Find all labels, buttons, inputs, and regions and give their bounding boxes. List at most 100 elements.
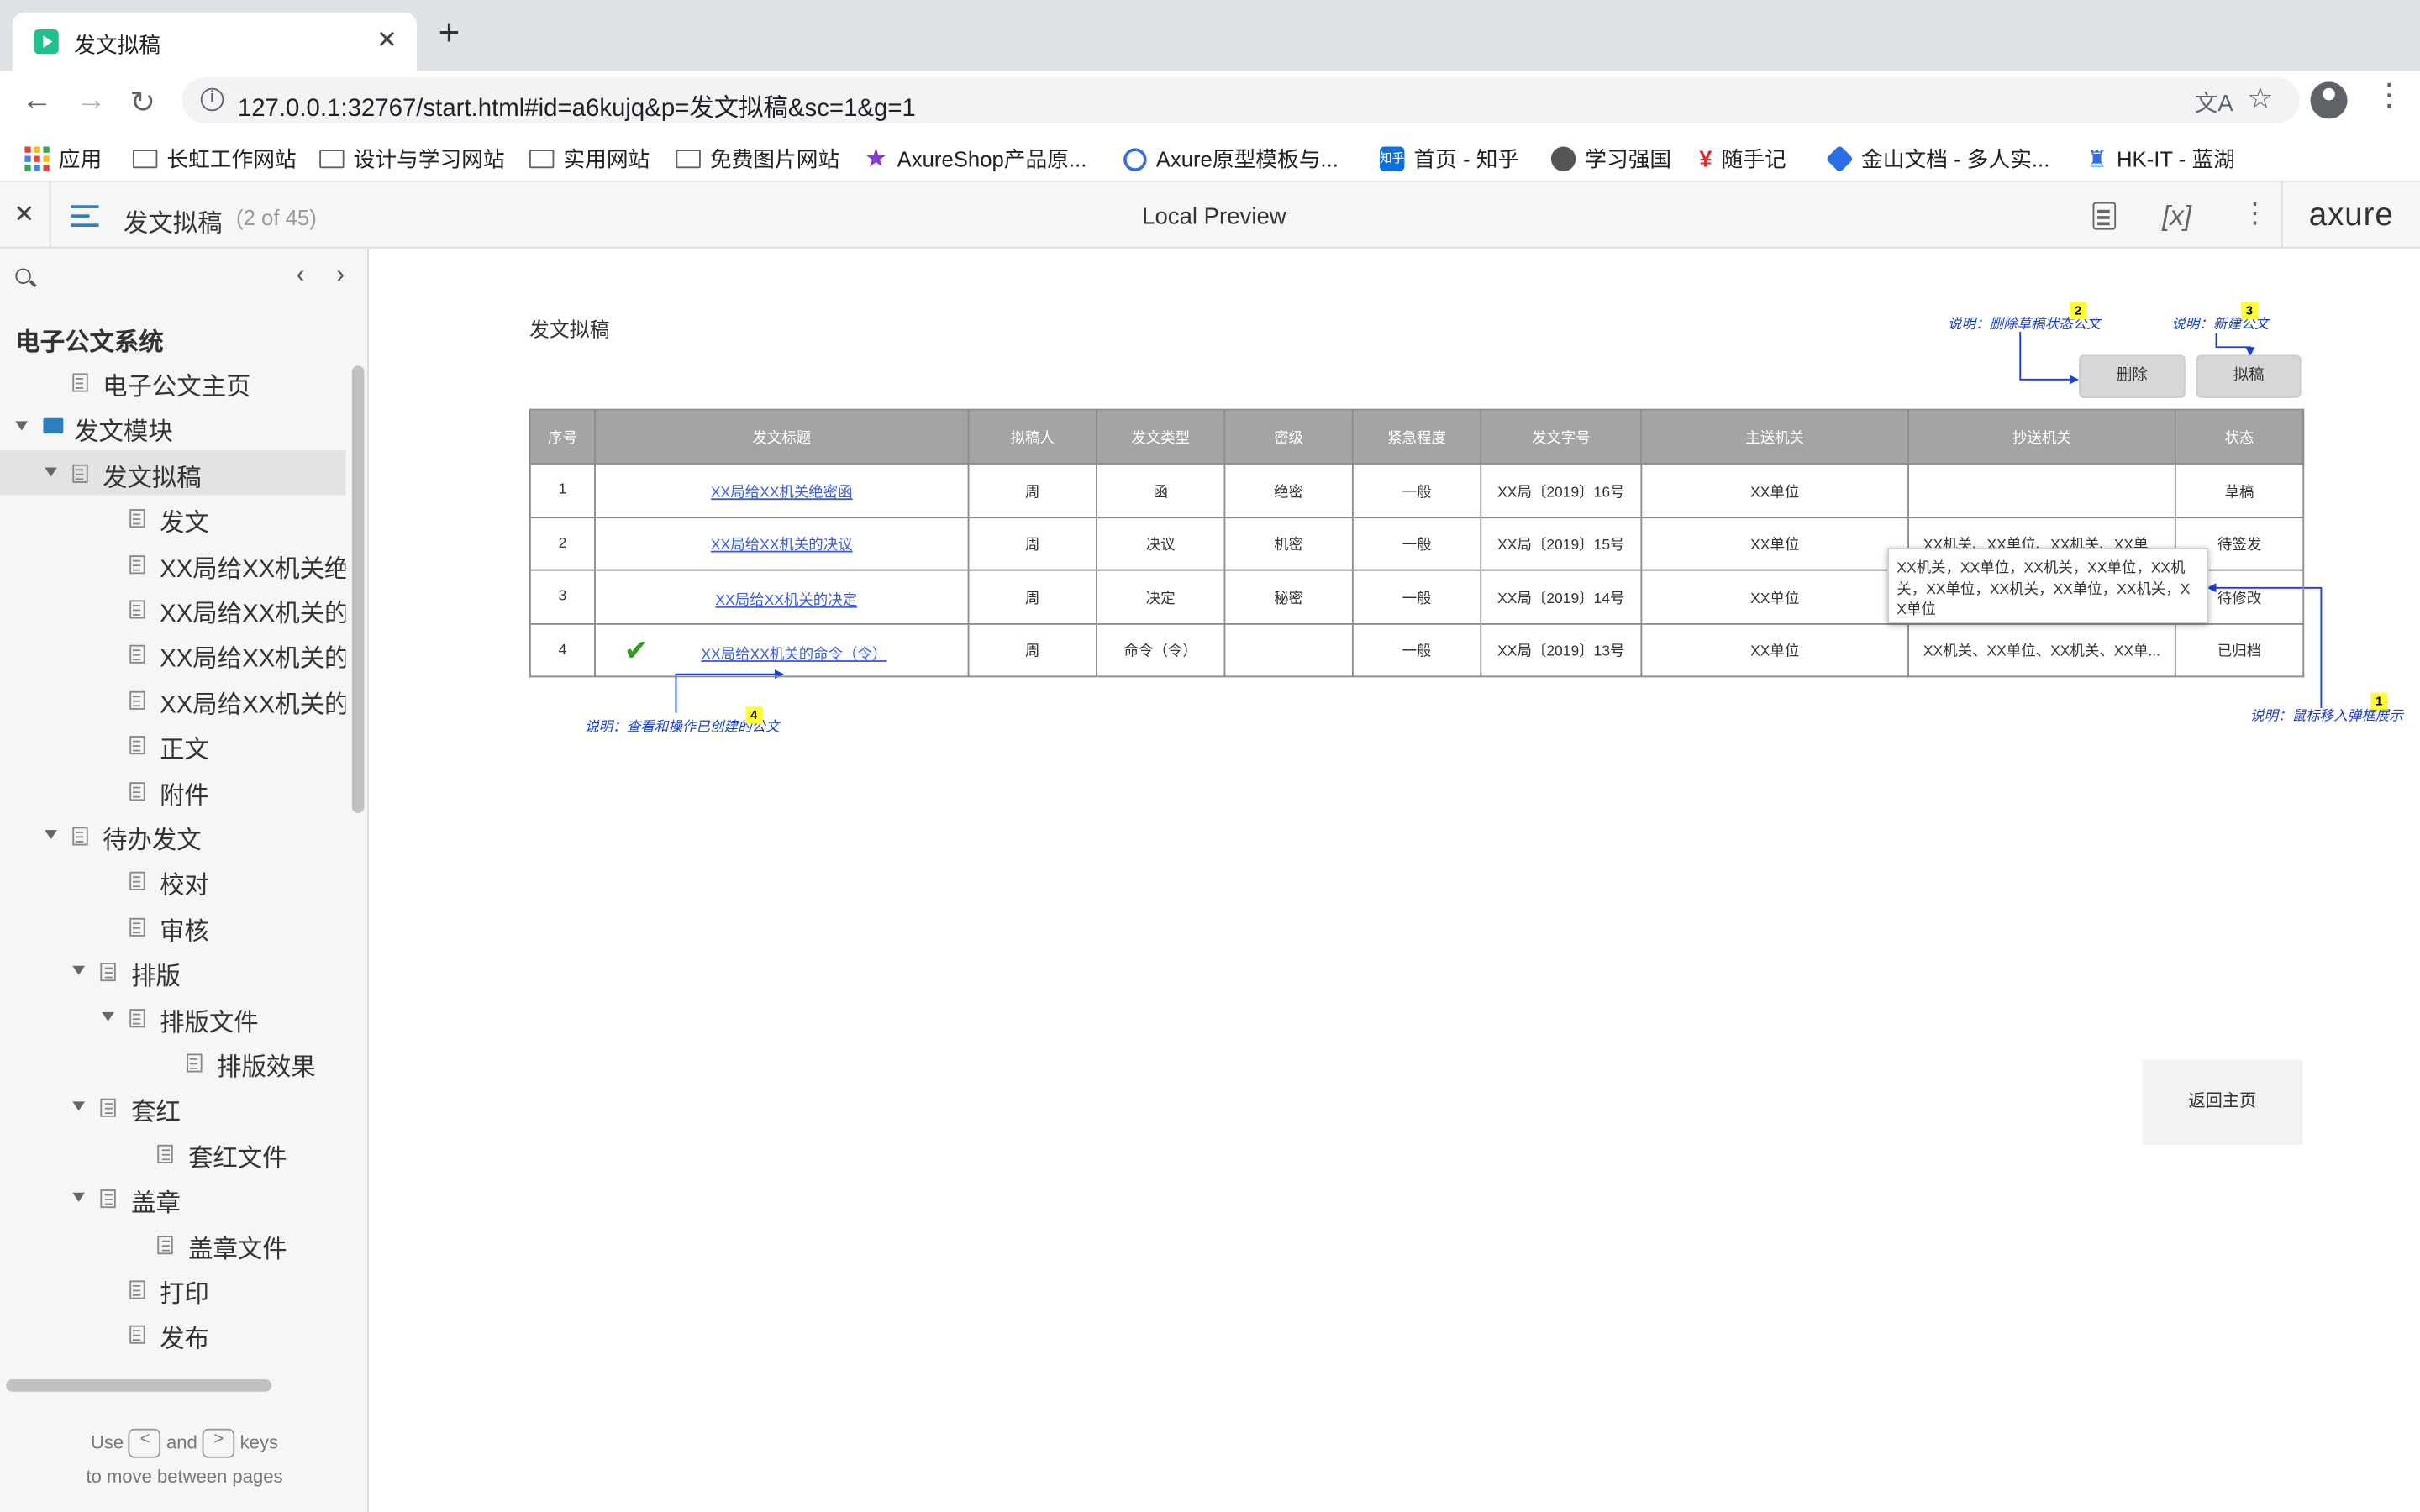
tab-close-icon[interactable]: ✕ [376,24,397,55]
expand-caret-icon[interactable] [72,1102,86,1112]
page-icon [157,1235,173,1254]
cc-tooltip-popup: XX机关，XX单位，XX机关，XX单位，XX机关，XX单位，XX机关，XX单位，… [1887,548,2209,624]
bookmark-star-icon[interactable]: ☆ [2247,81,2273,117]
sidebar-tree-item[interactable]: XX局给XX机关的命令 [0,677,345,722]
sidebar-vertical-scrollbar[interactable] [351,365,365,813]
table-row[interactable]: 1 XX局给XX机关绝密函 周 函 绝密 一般 XX局〔2019〕16号 XX单… [529,463,2305,518]
bookmark-xuexi[interactable]: 学习强国 [1550,144,1671,175]
cell-secret [1223,622,1354,678]
col-header: 状态 [2174,408,2305,465]
browser-tab[interactable]: 发文拟稿 ✕ [12,12,417,71]
expand-caret-icon[interactable] [15,422,29,432]
col-header: 序号 [529,408,596,465]
cell-title-link[interactable]: ✔ XX局给XX机关的命令（令） [594,622,970,678]
sidebar-tree-item[interactable]: 发文拟稿 [0,449,346,496]
bookmark-jinshan[interactable]: 金山文档 - 多人实... [1825,144,2049,175]
notes-icon[interactable] [2092,202,2117,230]
bookmark-lanhu[interactable]: ♜ HK-IT - 蓝湖 [2086,144,2235,175]
reload-icon[interactable]: ↻ [129,83,155,122]
expand-caret-icon[interactable] [44,830,57,840]
tree-item-label: 校对 [160,874,209,900]
bookmark-label: 实用网站 [563,146,650,171]
address-bar[interactable]: i 127.0.0.1:32767/start.html#id=a6kujq&p… [182,76,2300,123]
bookmark-suishouji[interactable]: ¥ 随手记 [1699,144,1786,175]
sidebar-tree-item[interactable]: 附件 [0,768,345,812]
sidebar-tree-item[interactable]: 发文模块 [0,405,345,449]
next-key-icon: > [202,1429,235,1459]
sidebar-tree-item[interactable]: XX局给XX机关绝密函 [0,541,345,585]
title-link-text[interactable]: XX局给XX机关绝密函 [711,484,853,501]
sidebar-tree-item[interactable]: 发布 [0,1312,345,1357]
more-options-icon[interactable]: ⋮ [2241,197,2269,228]
table-row[interactable]: 4 ✔ XX局给XX机关的命令（令） 周 命令（令） 一般 XX局〔2019〕13… [529,622,2305,678]
sidebar-tree-item[interactable]: 电子公文主页 [0,360,345,404]
expand-caret-icon[interactable] [101,1011,113,1021]
bookmark-label: 免费图片网站 [709,146,840,171]
sidebar-tree-item[interactable]: 待办发文 [0,813,345,858]
sidebar-tree-item[interactable]: 排版效果 [0,1040,345,1084]
bookmark-zhihu[interactable]: 知乎 首页 - 知乎 [1380,144,1519,175]
sidebar-tree-item[interactable]: 审核 [0,904,345,948]
draft-button[interactable]: 拟稿 [2196,354,2302,398]
bookmark-folder-design[interactable]: 设计与学习网站 [319,144,505,175]
sidebar-tree-item[interactable]: 套红文件 [0,1131,345,1175]
sidebar-tree-item[interactable]: 排版 [0,949,345,994]
bookmark-apps[interactable]: 应用 [24,144,102,175]
forward-arrow-icon[interactable]: → [76,83,107,118]
bookmark-folder-images[interactable]: 免费图片网站 [676,144,839,175]
back-arrow-icon[interactable]: ← [22,83,53,118]
tree-item-label: 正文 [160,738,209,764]
sidebar-tree-item[interactable]: 排版文件 [0,995,345,1039]
sidebar-tree-item[interactable]: XX局给XX机关的决议 [0,586,345,631]
expand-caret-icon[interactable] [44,467,57,477]
cell-author: 周 [967,622,1097,678]
return-home-button[interactable]: 返回主页 [2142,1059,2303,1145]
bookmark-folder-changhong[interactable]: 长虹工作网站 [132,144,297,175]
variables-icon[interactable]: [x] [2162,201,2191,234]
sidebar-tree-item[interactable]: 校对 [0,858,345,903]
cell-title-link[interactable]: XX局给XX机关绝密函 [594,463,970,518]
bookmark-folder-useful[interactable]: 实用网站 [529,144,650,175]
profile-avatar-icon[interactable] [2310,81,2348,119]
cell-cc[interactable]: XX机关、XX单位、XX机关、XX单... [1907,622,2176,678]
tree-item-label: 发文拟稿 [103,465,202,492]
axure-favicon-icon [34,29,59,55]
browser-menu-icon[interactable]: ⋮ [2374,81,2405,112]
sidebar-tree-item[interactable]: 盖章文件 [0,1221,345,1266]
sidebar-tree-item[interactable]: 正文 [0,722,345,767]
next-page-chevron-icon[interactable]: › [336,262,345,290]
sidebar-tree-item[interactable]: XX局给XX机关的决定 [0,632,345,676]
title-link-text[interactable]: XX局给XX机关的决定 [715,593,857,610]
cell-title-link[interactable]: XX局给XX机关的决议 [594,516,970,571]
expand-caret-icon[interactable] [72,966,86,976]
title-link-text[interactable]: XX局给XX机关的决议 [711,538,853,554]
sidebar-tree-item[interactable]: 发文 [0,496,345,540]
site-info-icon[interactable]: i [200,87,224,112]
bookmark-axureshop[interactable]: ★ AxureShop产品原... [865,144,1087,175]
expand-caret-icon[interactable] [72,1193,86,1203]
sidebar-tree-item[interactable]: 打印 [0,1267,345,1311]
url-text[interactable]: 127.0.0.1:32767/start.html#id=a6kujq&p=发… [238,87,916,123]
close-sidebar-icon[interactable]: ✕ [14,199,35,230]
axure-logo-icon [1123,147,1147,171]
cell-title-link[interactable]: !XX局给XX机关的决定 [594,569,970,624]
page-icon [186,1053,202,1073]
prev-page-chevron-icon[interactable]: ‹ [297,262,305,290]
sidebar-horizontal-scrollbar[interactable] [6,1379,272,1392]
page-icon [129,1008,145,1027]
tree-item-label: 盖章文件 [188,1236,287,1263]
sidebar-tree-item[interactable]: 盖章 [0,1176,345,1221]
bookmark-axure-templates[interactable]: Axure原型模板与... [1123,144,1339,175]
sidebar-tree-item[interactable]: 套红 [0,1085,345,1130]
col-header: 抄送机关 [1907,408,2176,465]
new-tab-button[interactable]: + [439,14,460,51]
cell-no: 1 [529,463,596,518]
search-icon[interactable] [15,268,31,284]
cell-cc[interactable] [1907,463,2176,518]
delete-button[interactable]: 删除 [2079,354,2186,398]
title-link-text[interactable]: XX局给XX机关的命令（令） [701,646,886,663]
translate-icon[interactable]: 文A [2195,87,2233,119]
page-icon [129,781,145,801]
connector-line [2215,333,2251,355]
sitemap-menu-icon[interactable] [71,205,99,227]
